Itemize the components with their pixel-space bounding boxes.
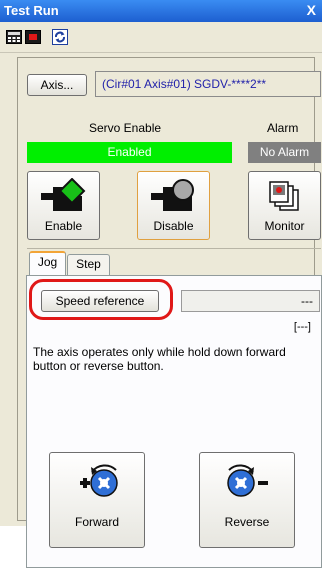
speed-reference-value: --- [181,290,320,312]
test-run-panel: Test Run X Axis... (Cir#01 Axis#01) SGDV… [0,0,322,568]
servo-enable-label: Servo Enable [89,121,162,135]
refresh-icon[interactable] [52,29,68,45]
axis-info: (Cir#01 Axis#01) SGDV-****2** [95,71,321,97]
disable-button[interactable]: Disable [137,171,210,240]
disable-label: Disable [153,219,194,233]
axis-group: Axis... (Cir#01 Axis#01) SGDV-****2** Se… [17,57,322,568]
tab-step[interactable]: Step [67,254,110,275]
monitor-button[interactable]: Monitor [248,171,321,240]
tab-jog[interactable]: Jog [29,251,66,276]
monitor-icon [268,181,299,211]
enable-label: Enable [44,219,83,233]
title-bar: Test Run X [0,0,322,22]
forward-button[interactable]: Forward [49,452,145,548]
alarm-label: Alarm [267,121,299,135]
speed-unit: [---] [293,321,311,333]
jog-description: The axis operates only while hold down f… [33,345,286,373]
servo-on-icon [40,178,85,211]
enable-button[interactable]: Enable [27,171,100,240]
monitor-label: Monitor [264,219,305,233]
section-divider [27,248,321,249]
alarm-status-indicator: No Alarm [248,142,321,163]
numeric-display-icon[interactable] [6,29,22,45]
toolbar-separator [0,52,322,53]
forward-rotation-icon [80,464,118,497]
reverse-label: Reverse [224,515,270,529]
window-title: Test Run [4,3,59,18]
servo-status-indicator: Enabled [27,142,232,163]
servo-off-icon [150,179,194,211]
record-icon[interactable] [25,29,41,45]
jog-tab-body: Speed reference --- [---] The axis opera… [26,275,322,568]
close-icon[interactable]: X [307,2,316,18]
reverse-rotation-icon [227,464,268,497]
toolbar [0,22,322,52]
axis-button[interactable]: Axis... [27,74,87,96]
speed-reference-button[interactable]: Speed reference [41,290,159,312]
reverse-button[interactable]: Reverse [199,452,295,548]
forward-label: Forward [74,515,119,529]
